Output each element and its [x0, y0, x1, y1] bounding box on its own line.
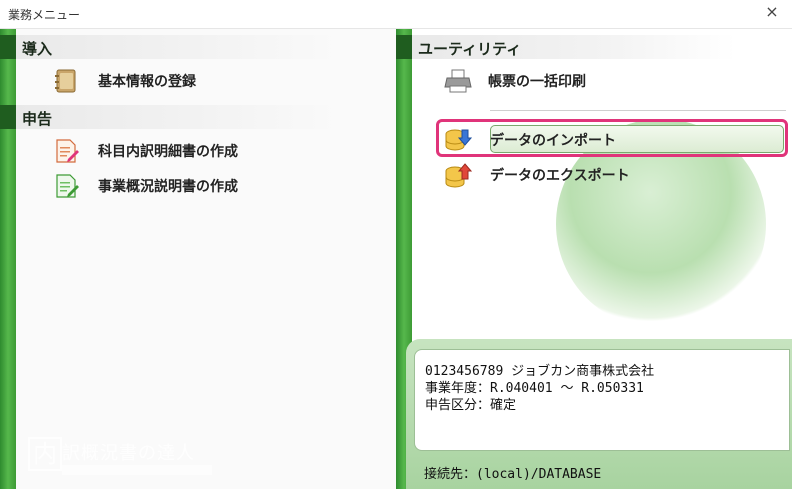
- section-band: [16, 105, 340, 129]
- menu-item-business-overview-label: 事業概況説明書の作成: [98, 179, 238, 195]
- database-export-icon: [445, 163, 472, 188]
- menu-item-breakdown-statement[interactable]: 科目内訳明細書の作成: [52, 135, 352, 165]
- menu-item-data-export[interactable]: データのエクスポート: [444, 159, 784, 189]
- section-label-utility: ユーティリティ: [418, 40, 522, 58]
- menu-item-data-export-label: データのエクスポート: [490, 168, 630, 184]
- left-green-strip: [0, 29, 16, 489]
- menu-item-basic-info-label: 基本情報の登録: [98, 74, 196, 90]
- document-edit-icon: [56, 139, 79, 163]
- window-titlebar: 業務メニュー ×: [0, 0, 792, 29]
- section-band: [16, 35, 340, 59]
- menu-item-batch-print[interactable]: 帳票の一括印刷: [442, 65, 762, 95]
- window-title: 業務メニュー: [8, 8, 81, 22]
- section-label-filing: 申告: [22, 110, 53, 128]
- menu-item-breakdown-statement-label: 科目内訳明細書の作成: [98, 144, 238, 160]
- menu-item-data-import-label: データのインポート: [490, 133, 616, 149]
- connection-info: 接続先：(local)/DATABASE: [424, 467, 602, 482]
- section-marker: [0, 105, 16, 129]
- database-import-icon: [445, 129, 472, 151]
- section-header-utility: ユーティリティ: [396, 35, 736, 59]
- menu-item-batch-print-label: 帳票の一括印刷: [488, 74, 586, 90]
- document-check-icon: [56, 174, 79, 198]
- menu-item-data-import[interactable]: データのインポート: [444, 124, 784, 154]
- printer-icon: [444, 69, 472, 93]
- section-header-filing: 申告: [0, 105, 340, 129]
- menu-divider: [490, 110, 786, 111]
- right-panel: ユーティリティ 帳票の一括印刷 データのインポート データのエクスポート 012…: [396, 29, 792, 489]
- close-icon[interactable]: ×: [764, 4, 780, 20]
- menu-item-basic-info[interactable]: 基本情報の登録: [52, 65, 352, 95]
- app-logo: 内 訳概況書の達人: [28, 437, 218, 481]
- company-info-panel: 0123456789 ジョブカン商事株式会社 事業年度：R.040401 ～ R…: [406, 339, 792, 489]
- filing-type-line: 申告区分：確定: [425, 398, 517, 413]
- logo-subline: [62, 465, 212, 475]
- logo-text: 訳概況書の達人: [62, 443, 195, 464]
- section-label-setup: 導入: [22, 40, 53, 58]
- logo-kanji: 内: [28, 437, 62, 471]
- left-panel: 導入 基本情報の登録 申告 科目内訳明細書の作成 事業概況説明書の作成 内 訳概…: [0, 29, 397, 489]
- section-header-setup: 導入: [0, 35, 340, 59]
- section-marker: [0, 35, 16, 59]
- company-info-box: 0123456789 ジョブカン商事株式会社 事業年度：R.040401 ～ R…: [414, 349, 790, 451]
- section-marker: [396, 35, 412, 59]
- menu-item-business-overview[interactable]: 事業概況説明書の作成: [52, 170, 352, 200]
- notebook-icon: [55, 69, 76, 93]
